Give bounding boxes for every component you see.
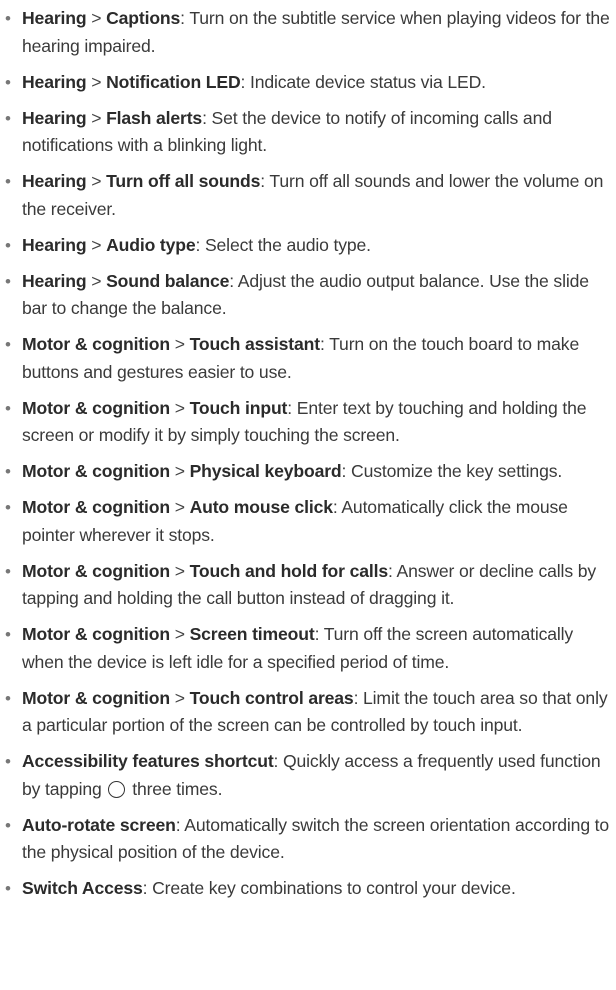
menu-option: Accessibility features shortcut: [22, 751, 274, 771]
menu-option: Touch assistant: [189, 334, 321, 354]
bullet-icon: •: [5, 172, 11, 191]
path-separator: >: [169, 560, 190, 581]
list-item: • Motor & cognition > Touch and hold for…: [0, 558, 616, 613]
option-description: : Indicate device status via LED.: [240, 71, 487, 92]
list-item: • Hearing > Sound balance: Adjust the au…: [0, 268, 616, 323]
menu-option: Screen timeout: [189, 624, 315, 644]
list-item-shortcut: • Accessibility features shortcut: Quick…: [0, 748, 616, 803]
bullet-icon: •: [5, 879, 11, 898]
path-separator: >: [169, 334, 190, 354]
path-separator: >: [86, 171, 107, 191]
accessibility-options-list: • Hearing > Captions: Turn on the subtit…: [0, 5, 616, 903]
list-item: • Switch Access: Create key combinations…: [0, 875, 616, 903]
menu-option: Turn off all sounds: [106, 171, 261, 191]
option-description: : Select the audio type.: [195, 234, 371, 255]
menu-category: Hearing: [22, 270, 87, 291]
list-item: • Hearing > Flash alerts: Set the device…: [0, 105, 616, 160]
menu-option: Touch control areas: [189, 687, 354, 708]
list-item: • Hearing > Captions: Turn on the subtit…: [0, 5, 616, 60]
path-separator: >: [169, 687, 190, 708]
menu-category: Hearing: [22, 171, 87, 191]
list-item: • Motor & cognition > Auto mouse click: …: [0, 494, 616, 549]
bullet-icon: •: [5, 235, 11, 255]
menu-option: Switch Access: [22, 878, 143, 898]
menu-option: Sound balance: [106, 270, 230, 291]
list-item: • Motor & cognition > Physical keyboard:…: [0, 458, 616, 486]
list-item: • Motor & cognition > Touch assistant: T…: [0, 331, 616, 386]
bullet-icon: •: [5, 561, 11, 581]
path-separator: >: [86, 270, 107, 291]
menu-option: Captions: [106, 8, 181, 28]
path-separator: >: [86, 107, 107, 128]
bullet-icon: •: [5, 462, 11, 481]
list-item: • Motor & cognition > Touch control area…: [0, 685, 616, 740]
list-item: • Auto-rotate screen: Automatically swit…: [0, 812, 616, 867]
menu-category: Motor & cognition: [22, 687, 170, 708]
menu-category: Motor & cognition: [22, 461, 170, 481]
list-item: • Hearing > Turn off all sounds: Turn of…: [0, 168, 616, 223]
bullet-icon: •: [5, 815, 11, 835]
option-description: : Create key combinations to control you…: [142, 878, 516, 898]
menu-category: Hearing: [22, 107, 87, 128]
path-separator: >: [169, 624, 190, 644]
menu-category: Hearing: [22, 8, 87, 28]
path-separator: >: [86, 234, 107, 255]
option-description: : Customize the key settings.: [341, 461, 563, 481]
list-item: • Hearing > Notification LED: Indicate d…: [0, 69, 616, 97]
menu-category: Motor & cognition: [22, 497, 170, 517]
list-item: • Hearing > Audio type: Select the audio…: [0, 232, 616, 260]
menu-category: Hearing: [22, 234, 87, 255]
home-key-icon: [108, 780, 126, 798]
menu-option: Touch and hold for calls: [189, 560, 389, 581]
bullet-icon: •: [5, 688, 11, 708]
menu-category: Motor & cognition: [22, 334, 170, 354]
path-separator: >: [169, 497, 190, 517]
menu-category: Motor & cognition: [22, 397, 170, 418]
bullet-icon: •: [5, 9, 11, 28]
path-separator: >: [86, 8, 107, 28]
menu-option: Auto-rotate screen: [22, 814, 176, 835]
bullet-icon: •: [5, 498, 11, 517]
menu-category: Motor & cognition: [22, 560, 170, 581]
menu-option: Auto mouse click: [189, 497, 333, 517]
menu-option: Audio type: [106, 234, 196, 255]
bullet-icon: •: [5, 398, 11, 418]
menu-option: Notification LED: [106, 71, 241, 92]
path-separator: >: [86, 71, 107, 92]
bullet-icon: •: [5, 625, 11, 644]
list-item: • Motor & cognition > Screen timeout: Tu…: [0, 621, 616, 676]
bullet-icon: •: [5, 108, 11, 128]
bullet-icon: •: [5, 752, 11, 771]
menu-option: Flash alerts: [106, 107, 203, 128]
bullet-icon: •: [5, 335, 11, 354]
path-separator: >: [169, 461, 190, 481]
list-item: • Motor & cognition > Touch input: Enter…: [0, 395, 616, 450]
document-page: • Hearing > Captions: Turn on the subtit…: [0, 0, 616, 911]
menu-category: Hearing: [22, 71, 87, 92]
bullet-icon: •: [5, 72, 11, 92]
menu-option: Physical keyboard: [189, 461, 342, 481]
menu-option: Touch input: [189, 397, 288, 418]
path-separator: >: [169, 397, 190, 418]
bullet-icon: •: [5, 271, 11, 291]
option-description-tail: three times.: [132, 778, 223, 799]
menu-category: Motor & cognition: [22, 624, 170, 644]
